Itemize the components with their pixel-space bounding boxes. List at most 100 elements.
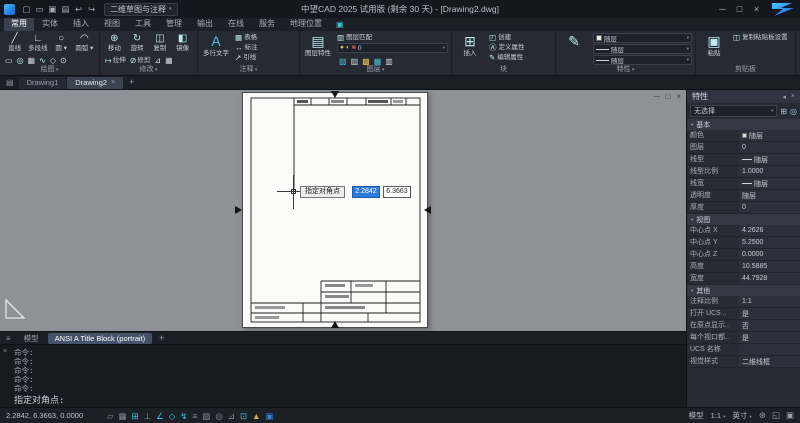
transparency-icon[interactable]: ▨	[202, 409, 210, 423]
grid-icon[interactable]: ⊞	[132, 409, 139, 423]
close-button[interactable]: ×	[748, 1, 765, 17]
ribbon-panel-clipboard-label[interactable]: 剪贴板	[696, 65, 795, 75]
prop-center-z-value[interactable]: 0.0000	[739, 249, 800, 260]
prop-ucs-at-origin-value[interactable]: 否	[739, 320, 800, 331]
ribbon-tab-insert[interactable]: 插入	[66, 17, 96, 31]
ribbon-tab-online[interactable]: 在线	[221, 17, 251, 31]
layer-freeze-icon[interactable]: ▧	[339, 57, 347, 65]
cycling-icon[interactable]: ◎	[215, 409, 222, 423]
print-icon[interactable]: ▤	[59, 1, 72, 17]
dimension-button[interactable]: ↔标注	[235, 43, 296, 52]
prop-color-value[interactable]: 随层	[739, 130, 800, 141]
prop-linetype-value[interactable]: 随层	[739, 154, 800, 165]
save-icon[interactable]: ▣	[46, 1, 59, 17]
move-button[interactable]: ⊕移动	[103, 33, 126, 53]
layer-off-icon[interactable]: ▨	[351, 57, 359, 65]
workspace-gear-icon[interactable]: ⊛	[759, 410, 766, 421]
undo-icon[interactable]: ↩	[72, 1, 85, 17]
layer-lock-icon[interactable]: ▩	[362, 57, 370, 65]
edit-attributes-button[interactable]: ✎编辑属性	[489, 53, 552, 62]
dynamic-input-x-field[interactable]: 2.2842	[352, 186, 380, 198]
infer-constraints-icon[interactable]: ▱	[107, 409, 114, 423]
prop-center-x-value[interactable]: 4.2626	[739, 225, 800, 236]
prop-ucs-name-value[interactable]	[739, 344, 800, 355]
command-close-icon[interactable]: ×	[3, 348, 7, 355]
spline-icon[interactable]: ∿	[39, 56, 46, 65]
mtext-button[interactable]: A多行文字	[201, 33, 231, 58]
hatch-icon[interactable]: ▦	[28, 56, 36, 65]
prop-linetype-scale-value[interactable]: 1.0000	[739, 166, 800, 177]
osnap-icon[interactable]: ◇	[169, 409, 176, 423]
dynamic-input-y-field[interactable]: 6.3663	[383, 186, 411, 198]
prop-height-value[interactable]: 10.5885	[739, 261, 800, 272]
match-properties-button[interactable]: ✎	[559, 33, 589, 50]
lineweight-icon[interactable]: ≡	[192, 409, 197, 423]
ortho-icon[interactable]: ⊥	[144, 409, 151, 423]
doc-close-button[interactable]: ×	[676, 92, 681, 101]
tab-close-icon[interactable]: ×	[111, 79, 115, 86]
layout-tab-model[interactable]: 模型	[17, 332, 46, 345]
open-file-icon[interactable]: ▭	[33, 1, 46, 17]
ribbon-panel-modify-label[interactable]: 修改 ▾	[100, 65, 197, 75]
ribbon-tab-manage[interactable]: 管理	[159, 17, 189, 31]
create-block-button[interactable]: ◰创建	[489, 33, 552, 42]
autoscale-icon[interactable]: ▣	[266, 409, 274, 423]
ellipse-icon[interactable]: ◎	[17, 56, 24, 65]
ribbon-tab-output[interactable]: 输出	[190, 17, 220, 31]
rotate-button[interactable]: ↻旋转	[126, 33, 149, 53]
prop-ucs-per-viewport-value[interactable]: 是	[739, 332, 800, 343]
color-combo[interactable]: 随层▾	[593, 33, 692, 43]
arc-button[interactable]: ◠圆弧 ▾	[73, 33, 96, 53]
model-space-button[interactable]: 模型	[689, 410, 704, 421]
selection-dropdown[interactable]: 无选择 ▾	[690, 105, 777, 117]
ribbon-tab-solid[interactable]: 实体	[35, 17, 65, 31]
workspace-cube-icon[interactable]: ▣	[330, 20, 350, 31]
layer-match-button[interactable]: ▥图层匹配	[337, 33, 448, 42]
document-menu-icon[interactable]: ▤	[2, 78, 18, 89]
snap-icon[interactable]: ▦	[119, 409, 127, 423]
polar-icon[interactable]: ∠	[156, 409, 164, 423]
redo-icon[interactable]: ↪	[85, 1, 98, 17]
props-section-general[interactable]: ▾基本	[687, 119, 800, 130]
ribbon-panel-properties-label[interactable]: 特性 ▾	[556, 65, 695, 75]
ribbon-panel-annotate-label[interactable]: 注释 ▾	[198, 65, 299, 75]
stretch-button[interactable]: ↦拉伸	[105, 56, 126, 65]
maximize-button[interactable]: □	[731, 1, 748, 17]
props-section-view[interactable]: ▾视图	[687, 214, 800, 225]
layer-combo[interactable]: ●◐■0▾	[337, 43, 448, 53]
ribbon-tab-view[interactable]: 视图	[97, 17, 127, 31]
prop-width-value[interactable]: 44.7928	[739, 273, 800, 284]
otrack-icon[interactable]: ↯	[180, 409, 187, 423]
insert-block-button[interactable]: ⊞插入	[455, 33, 485, 58]
circle-button[interactable]: ○圆 ▾	[50, 33, 73, 53]
prop-annotation-scale-value[interactable]: 1:1	[739, 296, 800, 307]
mirror-button[interactable]: ◧镜像	[171, 33, 194, 53]
clipboard-settings-button[interactable]: ◫复制粘贴板设置	[733, 33, 792, 42]
new-layout-button[interactable]: +	[154, 333, 169, 343]
rectangle-icon[interactable]: ▭	[5, 56, 13, 65]
layout-tab-ansi-a[interactable]: ANSI A Title Block (portrait)	[48, 333, 152, 344]
ribbon-tab-geolocation[interactable]: 地理位置	[283, 17, 329, 31]
autohide-pin-icon[interactable]: ◂	[782, 93, 786, 101]
leader-button[interactable]: ↗引线	[235, 53, 296, 62]
line-button[interactable]: ╱直线	[3, 33, 26, 53]
polygon-icon[interactable]: ◇	[50, 56, 56, 65]
select-objects-icon[interactable]: ◎	[790, 107, 797, 116]
properties-palette-header[interactable]: 特性 ◂ ×	[687, 90, 800, 103]
layer-isolate-icon[interactable]: ▦	[374, 57, 382, 65]
scale-icon[interactable]: ⊿	[154, 56, 161, 65]
ribbon-panel-block-label[interactable]: 块	[452, 65, 555, 75]
prop-transparency-value[interactable]: 随层	[739, 190, 800, 201]
layer-walk-icon[interactable]: ▥	[385, 57, 393, 65]
lineweight-combo[interactable]: 随层▾	[593, 44, 692, 54]
palette-close-icon[interactable]: ×	[791, 93, 795, 101]
table-button[interactable]: ▦表格	[235, 33, 296, 42]
command-prompt[interactable]: 指定对角点:	[14, 393, 682, 406]
prop-lineweight-value[interactable]: 随层	[739, 178, 800, 189]
prop-thickness-value[interactable]: 0	[739, 202, 800, 213]
linetype-combo[interactable]: 随层▾	[593, 55, 692, 65]
command-line-panel[interactable]: × 命令:命令:命令:命令:命令: 指定对角点:	[0, 344, 686, 407]
new-file-icon[interactable]: ▢	[20, 1, 33, 17]
paste-button[interactable]: ▣粘贴	[699, 33, 729, 58]
layout-menu-icon[interactable]: ≡	[2, 334, 15, 343]
